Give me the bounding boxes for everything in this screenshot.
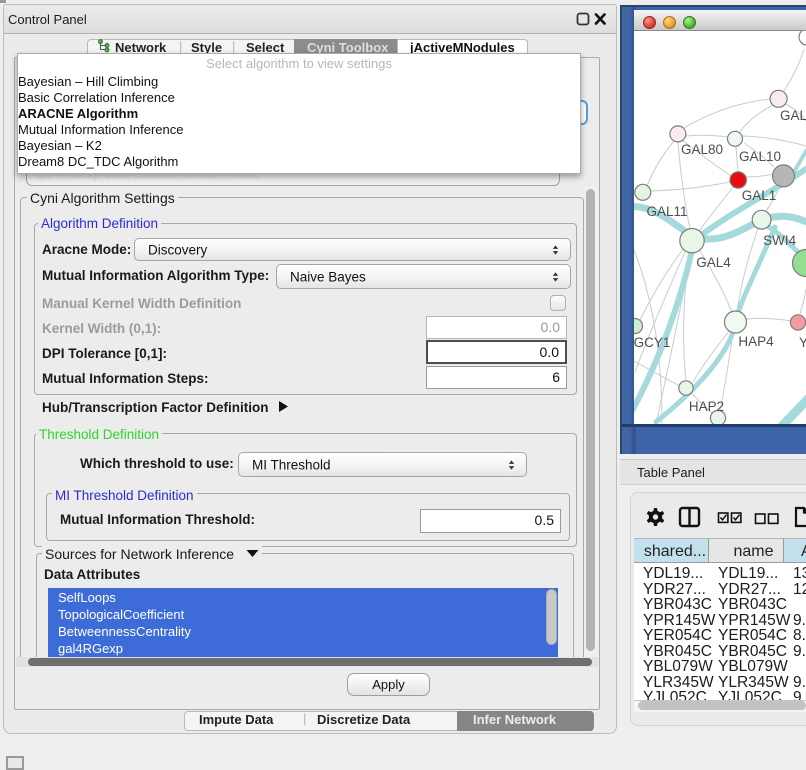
- svg-text:HAP4: HAP4: [738, 334, 774, 349]
- svg-text:GAL1: GAL1: [742, 188, 777, 203]
- svg-text:GAL7: GAL7: [780, 108, 806, 123]
- svg-text:GAL4: GAL4: [696, 255, 731, 270]
- svg-text:GAL11: GAL11: [646, 204, 687, 219]
- svg-text:GCY1: GCY1: [634, 335, 670, 350]
- svg-text:YM: YM: [799, 335, 806, 350]
- svg-text:GAL10: GAL10: [739, 149, 781, 164]
- svg-text:GAL80: GAL80: [681, 142, 723, 157]
- svg-text:SWI4: SWI4: [763, 233, 796, 248]
- svg-text:HAP2: HAP2: [689, 399, 724, 414]
